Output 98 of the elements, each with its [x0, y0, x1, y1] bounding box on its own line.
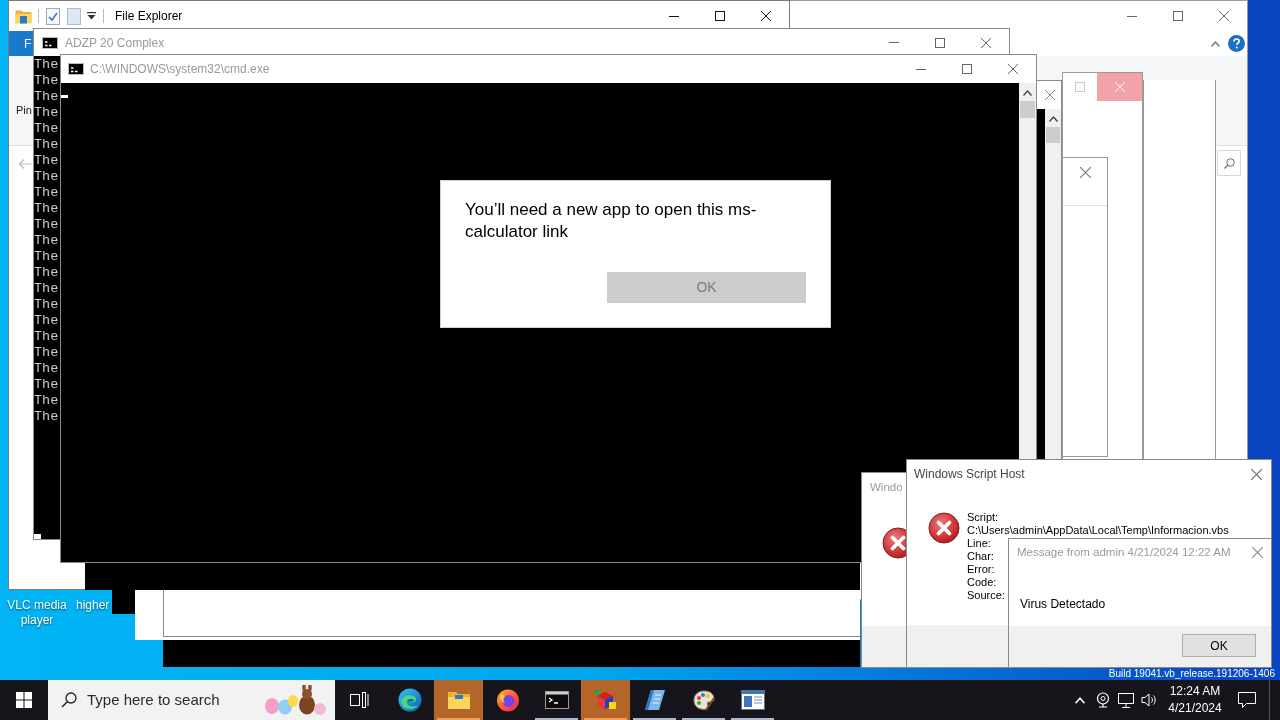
desktop-icon-label[interactable]: VLC media player [1, 598, 73, 628]
build-watermark: Build 19041.vb_release.191206-1406 [1108, 668, 1275, 680]
speaker-icon [1140, 693, 1157, 707]
colored-blocks-icon [593, 688, 618, 712]
console-line: The [34, 105, 59, 121]
webcam-icon [1095, 692, 1110, 708]
windows-logo-icon [16, 692, 32, 708]
console-line: The [34, 57, 59, 73]
search-field[interactable]: Type here to search [48, 680, 335, 720]
minimize-icon [669, 15, 679, 17]
console-line: The [34, 169, 59, 185]
paint-palette-icon [691, 688, 716, 712]
window-title: ADZP 20 Complex [65, 34, 165, 52]
dialog-message: Virus Detectado [1020, 597, 1106, 611]
close-icon [761, 11, 771, 21]
console-icon [42, 36, 58, 49]
console-line: The [34, 233, 59, 249]
easter-eggs-icon [263, 685, 329, 715]
folder-icon [446, 690, 471, 710]
minimize-icon [916, 68, 926, 70]
close-icon [1114, 82, 1125, 92]
console-line: The [34, 329, 59, 345]
console-line: The [34, 89, 59, 105]
error-detail: Source: [967, 589, 1005, 602]
error-detail: Char: [967, 550, 994, 563]
console-line: The [34, 377, 59, 393]
notification-icon [1238, 692, 1256, 708]
task-view-icon [350, 692, 370, 708]
maximize-icon [1173, 11, 1183, 21]
file-tab[interactable]: F [9, 31, 34, 56]
console-line: The [34, 361, 59, 377]
clock-time: 12:24 AM [1169, 683, 1221, 700]
ok-button[interactable]: OK [1182, 634, 1256, 657]
error-icon [928, 512, 960, 544]
dialog-title: Message from admin 4/21/2024 12:22 AM [1016, 544, 1231, 560]
error-detail: Line: [967, 537, 991, 550]
dialog-title: Windo [870, 480, 903, 496]
error-detail: Script: [967, 511, 999, 524]
chevron-up-icon [1023, 90, 1032, 96]
console-line: The [34, 201, 59, 217]
console-line: The [34, 185, 59, 201]
search-icon [1223, 157, 1235, 169]
search-icon [61, 692, 77, 708]
edge-browser-icon [397, 688, 422, 712]
application-window-icon [740, 690, 765, 710]
console-line: The [34, 249, 59, 265]
chevron-up-icon [1074, 696, 1085, 704]
window-title: File Explorer [115, 8, 183, 25]
close-icon [981, 37, 991, 48]
close-icon [1250, 468, 1262, 480]
console-line: The [34, 345, 59, 361]
error-detail: C:\Users\admin\AppData\Local\Temp\Informacion.vbs [967, 524, 1229, 537]
error-detail: Error: [967, 563, 995, 576]
console-line: The [34, 121, 59, 137]
error-detail: Code: [967, 576, 997, 589]
dialog-message: You’ll need a new app to open this ms-calculator link [465, 199, 758, 243]
maximize-icon [1075, 82, 1085, 92]
desktop-icon-label[interactable]: higher [76, 598, 110, 613]
scrollbar-thumb[interactable] [1046, 127, 1060, 143]
console-line: The [34, 217, 59, 233]
checked-document-icon[interactable] [45, 7, 61, 25]
console-line: The [34, 281, 59, 297]
console-line: The [34, 297, 59, 313]
maximize-icon [935, 37, 945, 48]
close-icon [1044, 90, 1055, 100]
search-input[interactable]: Type here to search [87, 688, 252, 712]
dialog-title: Windows Script Host [913, 466, 1025, 483]
scrollbar-thumb[interactable] [1020, 101, 1035, 118]
console-line: The [34, 313, 59, 329]
minimize-icon [889, 42, 899, 43]
console-line: The [34, 137, 59, 153]
close-icon [1251, 547, 1263, 558]
window-title: C:\WINDOWS\system32\cmd.exe [90, 61, 270, 78]
ribbon-label[interactable]: Pin [16, 104, 32, 116]
search-field[interactable] [1217, 150, 1241, 176]
maximize-icon [715, 11, 725, 21]
console-line: The [34, 409, 59, 425]
chevron-up-icon [1211, 40, 1220, 47]
close-icon [1079, 166, 1091, 178]
maximize-icon [962, 64, 972, 74]
dropdown-caret-icon[interactable] [87, 12, 96, 20]
console-line: The [34, 265, 59, 281]
chevron-up-icon [1048, 116, 1058, 122]
minimize-icon [1127, 15, 1137, 17]
notebook-icon [642, 688, 667, 712]
console-icon [68, 63, 84, 75]
help-icon[interactable] [1228, 35, 1245, 52]
network-icon [1117, 692, 1134, 708]
console-line: The [34, 153, 59, 169]
close-icon [1219, 11, 1229, 21]
close-icon [1008, 64, 1018, 74]
clock-date: 4/21/2024 [1168, 700, 1222, 717]
folder-icon[interactable] [15, 8, 32, 24]
clock-button[interactable]: 12:24 AM 4/21/2024 [1165, 680, 1225, 720]
firefox-icon [495, 688, 520, 712]
console-line: The [34, 73, 59, 89]
console-line: The [34, 393, 59, 409]
console-icon [544, 691, 569, 709]
